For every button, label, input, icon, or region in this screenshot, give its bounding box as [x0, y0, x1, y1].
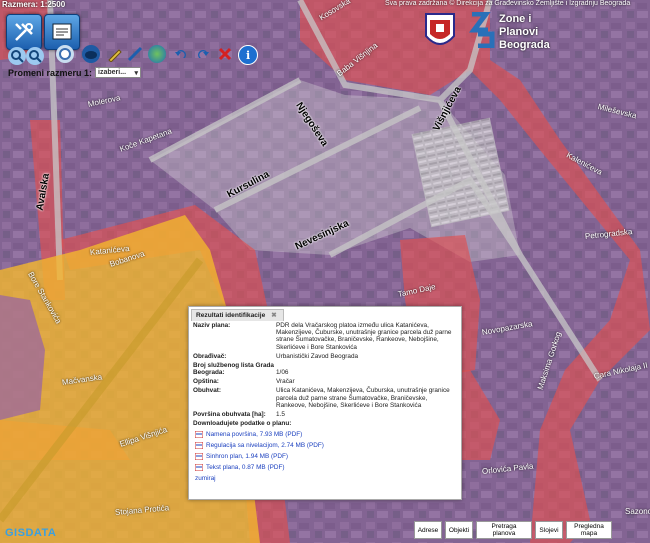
- search-plans-button[interactable]: Pretraga planova: [476, 521, 532, 539]
- info-value: 1.5: [276, 411, 285, 419]
- logo-text: Zone i Planovi Beograda: [499, 13, 550, 52]
- zoom-out-icon[interactable]: [26, 47, 44, 65]
- popup-tab-title: Rezultati identifikacije: [196, 312, 266, 319]
- download-link[interactable]: Sinhron plan, 1.94 MB (PDF): [195, 453, 455, 461]
- logo-line-1: Zone i: [499, 13, 532, 25]
- measure-icon[interactable]: [126, 45, 144, 63]
- download-link-label: Namena površina, 7.93 MB (PDF): [206, 431, 303, 439]
- objects-button[interactable]: Objekti: [445, 521, 473, 539]
- bottom-button-bar: Adrese Objekti Pretraga planova Slojevi …: [414, 521, 612, 539]
- close-icon[interactable]: ✖: [271, 310, 277, 321]
- scale-dropdown[interactable]: izaberi... ▾: [95, 67, 142, 78]
- info-row: Naziv plana: PDR dela Vračarskog platoa i…: [193, 322, 455, 351]
- pdf-icon: [195, 431, 203, 439]
- pdf-icon: [195, 464, 203, 472]
- info-value: PDR dela Vračarskog platoa između ulica …: [276, 322, 452, 351]
- scale-dropdown-value: izaberi...: [98, 69, 127, 76]
- info-row: Površina obuhvata [ha]: 1.5: [193, 411, 455, 418]
- download-link-label: Sinhron plan, 1.94 MB (PDF): [206, 453, 289, 461]
- info-value: Ulica Katanićeva, Makenzijeva, Čuburska,…: [276, 387, 450, 409]
- street-label: Sazonova: [625, 507, 650, 516]
- info-key: Broj službenog lista Grada Beograda:: [193, 362, 274, 377]
- zoom-in-icon[interactable]: [8, 47, 26, 65]
- map-toolbar: i: [6, 12, 264, 65]
- scale-change-label: Promeni razmeru 1:: [8, 67, 93, 78]
- scale-label: Razmera: 1:2500: [2, 0, 66, 9]
- info-key: Obrađivač:: [193, 352, 227, 360]
- copyright-text: Sva prava zadržana © Direkcija za Građev…: [385, 0, 631, 7]
- pencil-icon[interactable]: [106, 45, 124, 63]
- info-icon[interactable]: i: [238, 45, 258, 65]
- download-link[interactable]: Tekst plana, 0.87 MB (PDF): [195, 464, 455, 472]
- svg-text:i: i: [246, 49, 250, 62]
- popup-tab[interactable]: Rezultati identifikacije ✖: [191, 309, 284, 321]
- clear-icon[interactable]: [216, 45, 234, 63]
- gisdata-logo: GISDATA: [5, 527, 57, 539]
- identification-popup: Rezultati identifikacije ✖ Naziv plana: P…: [188, 306, 462, 500]
- scale-selector: Promeni razmeru 1: izaberi... ▾: [8, 67, 142, 78]
- undo-icon[interactable]: [172, 45, 190, 63]
- info-row: Obrađivač: Urbanistički Zavod Beograda: [193, 353, 455, 360]
- info-value: Vračar: [276, 378, 295, 386]
- logo-line-3: Beograda: [499, 39, 550, 51]
- download-link-label: Tekst plana, 0.87 MB (PDF): [206, 464, 285, 472]
- globe-icon[interactable]: [148, 45, 166, 63]
- info-key: Obuhvat:: [193, 387, 222, 395]
- belgrade-coat-of-arms-icon: [425, 13, 455, 45]
- download-link[interactable]: Namena površina, 7.93 MB (PDF): [195, 431, 455, 439]
- info-row: Obuhvat: Ulica Katanićeva, Makenzijeva, Č…: [193, 387, 455, 409]
- pdf-icon: [195, 442, 203, 450]
- info-row: Broj službenog lista Grada Beograda: 1/06: [193, 362, 455, 376]
- redo-icon[interactable]: [194, 45, 212, 63]
- info-key: Naziv plana:: [193, 322, 231, 329]
- layers-button[interactable]: Slojevi: [535, 521, 563, 539]
- zone-plans-logo: Zone i Planovi Beograda: [424, 8, 564, 58]
- addresses-button[interactable]: Adrese: [414, 521, 442, 539]
- chevron-down-icon: ▾: [134, 69, 139, 77]
- pan-icon[interactable]: [82, 45, 100, 63]
- tools-icon[interactable]: [6, 14, 42, 50]
- info-value: Urbanistički Zavod Beograda: [276, 352, 359, 360]
- overview-map-button[interactable]: Pregledna mapa: [566, 521, 612, 539]
- zones-logo-mark-icon: [469, 12, 495, 48]
- info-value: 1/06: [276, 369, 289, 377]
- info-row: Opština: Vračar: [193, 378, 455, 385]
- popup-body: Naziv plana: PDR dela Vračarskog platoa i…: [193, 322, 455, 482]
- pdf-icon: [195, 453, 203, 461]
- info-key: Površina obuhvata [ha]:: [193, 411, 266, 419]
- download-link[interactable]: Regulacija sa nivelacijom, 2.74 MB (PDF): [195, 442, 455, 450]
- download-link-label: Regulacija sa nivelacijom, 2.74 MB (PDF): [206, 442, 324, 450]
- download-title: Downloadujete podatke o planu:: [193, 420, 292, 428]
- zoom-link[interactable]: zumiraj: [195, 475, 455, 482]
- zoom-window-icon[interactable]: [56, 45, 74, 63]
- logo-line-2: Planovi: [499, 26, 539, 38]
- info-key: Opština:: [193, 378, 219, 386]
